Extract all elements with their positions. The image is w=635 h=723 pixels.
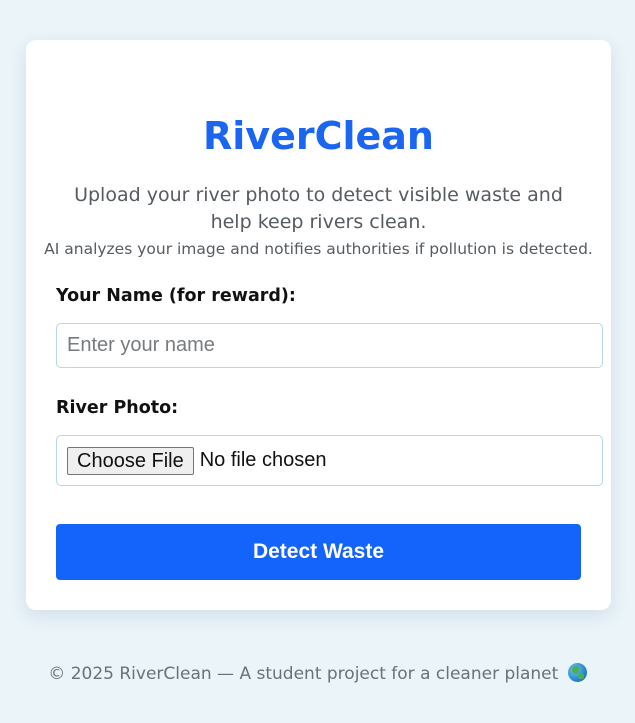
name-label: Your Name (for reward): [56, 286, 296, 306]
globe-icon [567, 663, 587, 682]
name-input[interactable] [56, 323, 603, 368]
upload-card: RiverClean Upload your river photo to de… [26, 40, 611, 610]
photo-label: River Photo: [56, 398, 179, 418]
choose-file-button[interactable]: Choose File [67, 446, 194, 475]
photo-file-input[interactable]: Choose File No file chosen [56, 435, 603, 486]
file-status-text: No file chosen [199, 449, 327, 471]
page-title: RiverClean [203, 114, 434, 158]
ai-note: AI analyzes your image and notifies auth… [44, 240, 593, 258]
detect-waste-button[interactable]: Detect Waste [56, 524, 581, 580]
page-subtitle: Upload your river photo to detect visibl… [74, 184, 563, 233]
footer-text: © 2025 RiverClean — A student project fo… [48, 664, 559, 684]
footer: © 2025 RiverClean — A student project fo… [0, 663, 635, 685]
